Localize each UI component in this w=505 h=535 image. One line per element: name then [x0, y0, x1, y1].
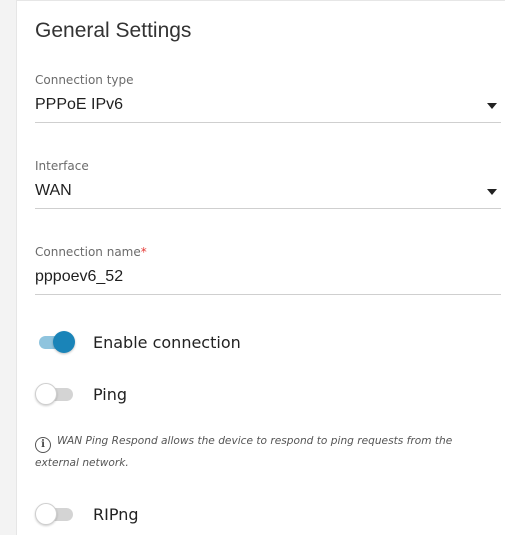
interface-value: WAN: [35, 182, 72, 199]
connection-name-label: Connection name*: [35, 245, 501, 259]
info-icon: i: [35, 437, 51, 453]
toggle-knob: [35, 383, 57, 405]
page-title: General Settings: [35, 19, 192, 42]
connection-name-input[interactable]: pppoev6_52: [35, 265, 501, 295]
chevron-down-icon[interactable]: [487, 103, 497, 109]
connection-type-label: Connection type: [35, 73, 134, 87]
connection-name-field[interactable]: Connection name* pppoev6_52: [35, 245, 501, 295]
interface-select[interactable]: Interface WAN: [35, 159, 501, 209]
connection-name-value: pppoev6_52: [35, 268, 124, 285]
interface-label: Interface: [35, 159, 89, 173]
ripng-toggle[interactable]: [35, 501, 75, 527]
connection-type-select[interactable]: Connection type PPPoE IPv6: [35, 73, 501, 123]
enable-connection-row: Enable connection: [35, 329, 241, 355]
ripng-row: RIPng: [35, 501, 139, 527]
toggle-knob: [35, 503, 57, 525]
ripng-label: RIPng: [93, 504, 139, 524]
chevron-down-icon[interactable]: [487, 189, 497, 195]
enable-connection-toggle[interactable]: [35, 329, 75, 355]
ping-info-note: i WAN Ping Respond allows the device to r…: [35, 431, 497, 474]
ping-toggle[interactable]: [35, 381, 75, 407]
ping-label: Ping: [93, 384, 128, 404]
toggle-knob: [53, 331, 75, 353]
general-settings-card: General Settings Connection type PPPoE I…: [16, 0, 505, 535]
ping-row: Ping: [35, 381, 127, 407]
required-mark: *: [140, 245, 147, 259]
info-text-content: WAN Ping Respond allows the device to re…: [35, 435, 453, 469]
connection-type-value: PPPoE IPv6: [35, 96, 124, 113]
connection-type-control[interactable]: PPPoE IPv6: [35, 93, 501, 123]
connection-name-label-text: Connection name: [35, 245, 141, 259]
interface-control[interactable]: WAN: [35, 179, 501, 209]
info-text: i WAN Ping Respond allows the device to r…: [35, 435, 452, 469]
enable-connection-label: Enable connection: [93, 332, 241, 352]
